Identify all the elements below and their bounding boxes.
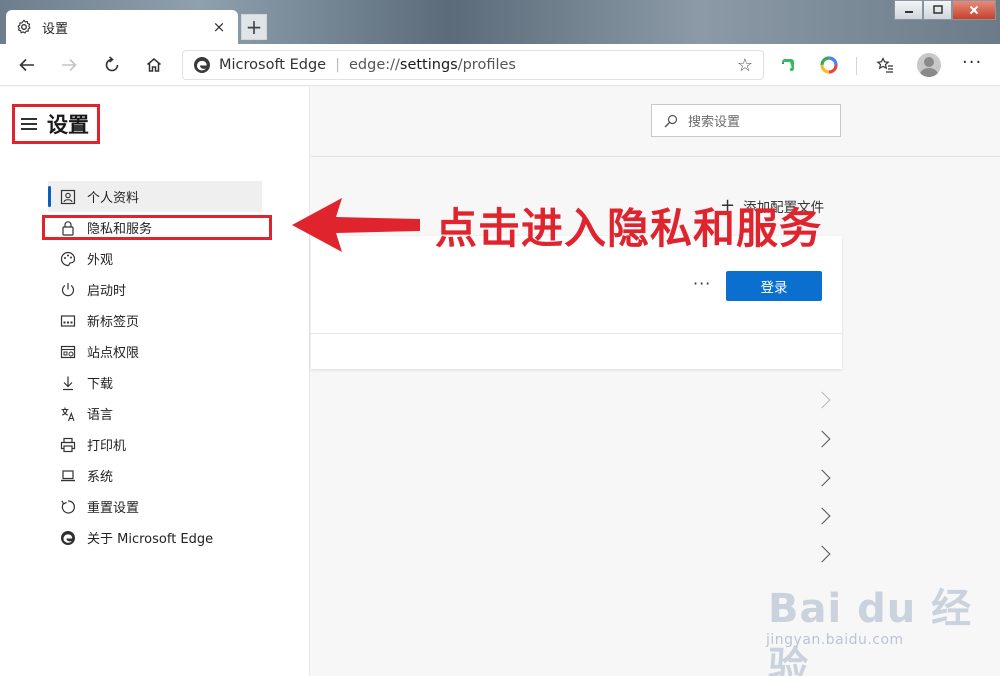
sidebar-item-appearance[interactable]: 外观 xyxy=(48,243,262,274)
sidebar-item-about[interactable]: 关于 Microsoft Edge xyxy=(48,522,262,553)
search-placeholder: 搜索设置 xyxy=(688,115,741,130)
tab-settings[interactable]: 设置 × xyxy=(6,10,238,44)
sidebar-item-label: 重置设置 xyxy=(87,501,140,516)
sidebar-item-printers[interactable]: 打印机 xyxy=(48,429,262,460)
sidebar-item-label: 外观 xyxy=(87,253,114,268)
url-host: settings xyxy=(399,57,458,73)
new-tab-button[interactable]: + xyxy=(241,14,267,40)
watermark-url: jingyan.baidu.com xyxy=(766,632,904,648)
settings-header-highlight: 设置 xyxy=(12,104,100,144)
search-icon xyxy=(664,114,678,127)
tab-title: 设置 xyxy=(42,21,69,37)
annotation-arrow-icon xyxy=(292,198,420,252)
toolbar-divider xyxy=(856,57,857,75)
maximize-button[interactable] xyxy=(923,0,952,20)
close-icon xyxy=(969,5,979,15)
favorites-button[interactable] xyxy=(873,53,897,77)
sign-in-button[interactable]: 登录 xyxy=(726,271,822,301)
url-prefix: edge:// xyxy=(348,57,400,73)
extension-button[interactable] xyxy=(817,53,841,77)
watermark-logo: Bai du 经验 xyxy=(768,586,973,676)
chevron-right-icon[interactable] xyxy=(813,545,831,563)
url-path: /profiles xyxy=(457,57,516,73)
sidebar-item-label: 新标签页 xyxy=(87,315,140,330)
printer-icon xyxy=(60,437,76,452)
language-icon xyxy=(61,407,75,421)
tab-close-button[interactable]: × xyxy=(210,18,228,36)
profile-icon xyxy=(60,189,76,204)
address-bar[interactable]: Microsoft Edge | edge://settings/profile… xyxy=(182,50,764,80)
edge-logo-icon xyxy=(61,530,75,545)
sidebar-item-label: 启动时 xyxy=(87,284,127,299)
sidebar-item-new-tab-page[interactable]: 新标签页 xyxy=(48,305,262,336)
back-button[interactable] xyxy=(13,52,41,78)
reset-icon xyxy=(61,499,75,514)
browser-toolbar: Microsoft Edge | edge://settings/profile… xyxy=(0,44,1000,86)
window-controls xyxy=(894,0,996,20)
sidebar-item-profiles[interactable]: 个人资料 xyxy=(48,181,262,212)
home-button[interactable] xyxy=(140,52,168,78)
site-permissions-icon xyxy=(60,345,76,358)
chevron-right-icon[interactable] xyxy=(813,469,831,487)
url-text: edge://settings/profiles xyxy=(349,57,737,73)
chevron-right-icon[interactable] xyxy=(813,391,831,409)
profile-more-button[interactable]: ··· xyxy=(693,274,711,293)
maximize-icon xyxy=(932,5,943,14)
sidebar-item-site-permissions[interactable]: 站点权限 xyxy=(48,336,262,367)
sidebar-item-downloads[interactable]: 下载 xyxy=(48,367,262,398)
edge-logo-icon xyxy=(194,57,210,73)
laptop-icon xyxy=(61,469,75,481)
settings-sidebar: 设置 个人资料 隐私和服务 外观 启动时 新标签页 站点权限 下载 语言 打印机… xyxy=(0,87,310,676)
browser-window: 设置 × + Microsoft Edge | edge://settings/… xyxy=(0,0,1000,676)
refresh-icon xyxy=(105,56,119,72)
sidebar-item-on-startup[interactable]: 启动时 xyxy=(48,274,262,305)
sidebar-item-label: 关于 Microsoft Edge xyxy=(87,532,214,547)
download-icon xyxy=(63,376,73,390)
evernote-icon xyxy=(782,59,794,72)
newtab-icon xyxy=(60,314,76,327)
sidebar-item-label: 下载 xyxy=(87,377,114,392)
evernote-extension-button[interactable] xyxy=(776,53,800,77)
favorite-star-icon[interactable]: ☆ xyxy=(737,55,753,76)
gear-icon xyxy=(17,19,31,34)
arrow-left-icon xyxy=(19,58,34,72)
chevron-right-icon[interactable] xyxy=(813,507,831,525)
url-separator: | xyxy=(335,57,340,73)
forward-button[interactable] xyxy=(55,52,83,78)
home-icon xyxy=(147,58,161,72)
annotation-text: 点击进入隐私和服务 xyxy=(435,204,823,253)
sidebar-item-languages[interactable]: 语言 xyxy=(48,398,262,429)
sidebar-item-label: 个人资料 xyxy=(87,191,140,206)
sidebar-item-label: 站点权限 xyxy=(87,346,140,361)
card-divider xyxy=(311,333,842,334)
privacy-highlight-box xyxy=(42,215,272,240)
more-options-button[interactable]: ··· xyxy=(962,52,982,73)
title-bar: 设置 × + xyxy=(0,0,1000,44)
power-icon xyxy=(61,282,75,296)
hamburger-menu-icon[interactable] xyxy=(21,118,37,130)
baidu-watermark: Bai du 经验 jingyan.baidu.com xyxy=(760,570,992,676)
sidebar-item-system[interactable]: 系统 xyxy=(48,460,262,491)
minimize-button[interactable] xyxy=(894,0,923,20)
palette-icon xyxy=(60,251,76,266)
close-window-button[interactable] xyxy=(952,0,996,20)
site-name: Microsoft Edge xyxy=(219,57,327,73)
minimize-icon xyxy=(904,11,913,13)
sidebar-item-reset-settings[interactable]: 重置设置 xyxy=(48,491,262,522)
arrow-right-icon xyxy=(62,58,77,72)
search-settings-input[interactable]: 搜索设置 xyxy=(651,104,841,137)
chevron-right-icon[interactable] xyxy=(813,430,831,448)
color-circle-icon xyxy=(820,56,838,74)
profile-avatar[interactable] xyxy=(917,53,941,77)
refresh-button[interactable] xyxy=(98,52,126,78)
settings-title: 设置 xyxy=(47,113,89,137)
sidebar-item-label: 打印机 xyxy=(87,439,127,454)
sidebar-item-label: 系统 xyxy=(87,470,114,485)
sidebar-item-label: 语言 xyxy=(87,408,114,423)
favorites-icon xyxy=(876,57,893,73)
